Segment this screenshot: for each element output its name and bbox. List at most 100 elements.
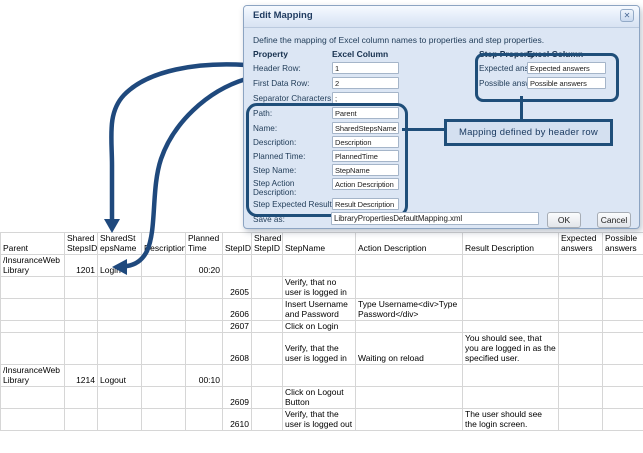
expected-answers-input[interactable] bbox=[527, 62, 606, 74]
table-cell[interactable] bbox=[559, 333, 603, 365]
header-cell[interactable]: Shared StepID bbox=[252, 233, 283, 255]
table-cell[interactable] bbox=[603, 365, 643, 387]
table-cell[interactable] bbox=[603, 321, 643, 333]
header-cell[interactable]: Shared StepsID bbox=[65, 233, 98, 255]
table-cell[interactable] bbox=[186, 333, 223, 365]
save-as-input[interactable] bbox=[331, 212, 539, 225]
table-cell[interactable] bbox=[252, 409, 283, 431]
table-cell[interactable]: Logout bbox=[98, 365, 142, 387]
table-cell[interactable]: Click on Login bbox=[283, 321, 356, 333]
table-cell[interactable] bbox=[356, 321, 463, 333]
table-cell[interactable] bbox=[65, 277, 98, 299]
table-cell[interactable] bbox=[463, 277, 559, 299]
header-cell[interactable]: Result Description bbox=[463, 233, 559, 255]
table-cell[interactable] bbox=[98, 333, 142, 365]
table-cell[interactable]: Waiting on reload bbox=[356, 333, 463, 365]
table-cell[interactable] bbox=[559, 365, 603, 387]
table-cell[interactable] bbox=[98, 277, 142, 299]
table-cell[interactable] bbox=[356, 255, 463, 277]
table-cell[interactable] bbox=[463, 321, 559, 333]
table-cell[interactable] bbox=[1, 409, 65, 431]
cancel-button[interactable]: Cancel bbox=[597, 212, 631, 228]
table-cell[interactable] bbox=[463, 365, 559, 387]
header-cell[interactable]: Planned Time bbox=[186, 233, 223, 255]
table-cell[interactable] bbox=[356, 277, 463, 299]
table-cell[interactable] bbox=[252, 321, 283, 333]
table-cell[interactable] bbox=[463, 255, 559, 277]
table-cell[interactable] bbox=[603, 333, 643, 365]
table-cell[interactable] bbox=[142, 387, 186, 409]
table-cell[interactable]: You should see, that you are logged in a… bbox=[463, 333, 559, 365]
table-cell[interactable]: 2607 bbox=[223, 321, 252, 333]
table-cell[interactable] bbox=[252, 333, 283, 365]
table-cell[interactable] bbox=[559, 299, 603, 321]
table-cell[interactable]: 2605 bbox=[223, 277, 252, 299]
table-cell[interactable]: Login bbox=[98, 255, 142, 277]
table-cell[interactable] bbox=[142, 255, 186, 277]
table-cell[interactable]: Insert Username and Password bbox=[283, 299, 356, 321]
table-cell[interactable] bbox=[283, 365, 356, 387]
table-cell[interactable] bbox=[98, 409, 142, 431]
name-input[interactable] bbox=[332, 122, 399, 134]
table-cell[interactable] bbox=[142, 365, 186, 387]
table-cell[interactable]: Click on Logout Button bbox=[283, 387, 356, 409]
table-cell[interactable] bbox=[603, 387, 643, 409]
table-cell[interactable] bbox=[252, 299, 283, 321]
table-cell[interactable]: /InsuranceWeb Library bbox=[1, 365, 65, 387]
header-cell[interactable]: Possible answers bbox=[603, 233, 643, 255]
path-input[interactable] bbox=[332, 107, 399, 119]
close-icon[interactable]: ✕ bbox=[620, 9, 634, 22]
possible-answers-input[interactable] bbox=[527, 77, 606, 89]
table-cell[interactable] bbox=[252, 365, 283, 387]
step-action-description-input[interactable] bbox=[332, 178, 399, 190]
table-cell[interactable] bbox=[283, 255, 356, 277]
header-cell[interactable]: StepID bbox=[223, 233, 252, 255]
table-cell[interactable] bbox=[559, 387, 603, 409]
table-cell[interactable]: Verify, that the user is logged out bbox=[283, 409, 356, 431]
table-cell[interactable]: Verify, that no user is logged in bbox=[283, 277, 356, 299]
ok-button[interactable]: OK bbox=[547, 212, 581, 228]
table-cell[interactable] bbox=[252, 387, 283, 409]
table-cell[interactable] bbox=[559, 277, 603, 299]
table-cell[interactable] bbox=[1, 277, 65, 299]
table-cell[interactable]: 1214 bbox=[65, 365, 98, 387]
table-cell[interactable] bbox=[65, 321, 98, 333]
table-cell[interactable] bbox=[223, 365, 252, 387]
table-cell[interactable]: 00:20 bbox=[186, 255, 223, 277]
table-cell[interactable] bbox=[603, 409, 643, 431]
table-cell[interactable]: 1201 bbox=[65, 255, 98, 277]
step-name-input[interactable] bbox=[332, 164, 399, 176]
table-cell[interactable] bbox=[1, 299, 65, 321]
table-cell[interactable] bbox=[186, 387, 223, 409]
table-cell[interactable]: Verify, that the user is logged in bbox=[283, 333, 356, 365]
table-cell[interactable] bbox=[186, 277, 223, 299]
table-cell[interactable] bbox=[223, 255, 252, 277]
table-cell[interactable]: Type Username<div>Type Password</div> bbox=[356, 299, 463, 321]
table-cell[interactable] bbox=[186, 409, 223, 431]
table-cell[interactable] bbox=[186, 321, 223, 333]
table-cell[interactable] bbox=[65, 299, 98, 321]
table-cell[interactable]: 00:10 bbox=[186, 365, 223, 387]
table-cell[interactable] bbox=[142, 321, 186, 333]
planned-time-input[interactable] bbox=[332, 150, 399, 162]
table-cell[interactable] bbox=[463, 299, 559, 321]
table-cell[interactable] bbox=[1, 387, 65, 409]
table-cell[interactable] bbox=[142, 299, 186, 321]
table-cell[interactable] bbox=[356, 387, 463, 409]
table-cell[interactable] bbox=[1, 333, 65, 365]
table-cell[interactable]: /InsuranceWeb Library bbox=[1, 255, 65, 277]
table-cell[interactable] bbox=[65, 387, 98, 409]
table-cell[interactable] bbox=[98, 299, 142, 321]
table-cell[interactable]: 2610 bbox=[223, 409, 252, 431]
table-cell[interactable] bbox=[142, 277, 186, 299]
table-cell[interactable] bbox=[559, 255, 603, 277]
first-data-row-input[interactable] bbox=[332, 77, 399, 89]
header-cell[interactable]: StepName bbox=[283, 233, 356, 255]
table-cell[interactable] bbox=[559, 409, 603, 431]
table-cell[interactable] bbox=[356, 365, 463, 387]
header-cell[interactable]: Expected answers bbox=[559, 233, 603, 255]
table-cell[interactable] bbox=[603, 255, 643, 277]
separator-characters-input[interactable] bbox=[332, 92, 399, 104]
table-cell[interactable] bbox=[252, 277, 283, 299]
table-cell[interactable] bbox=[186, 299, 223, 321]
